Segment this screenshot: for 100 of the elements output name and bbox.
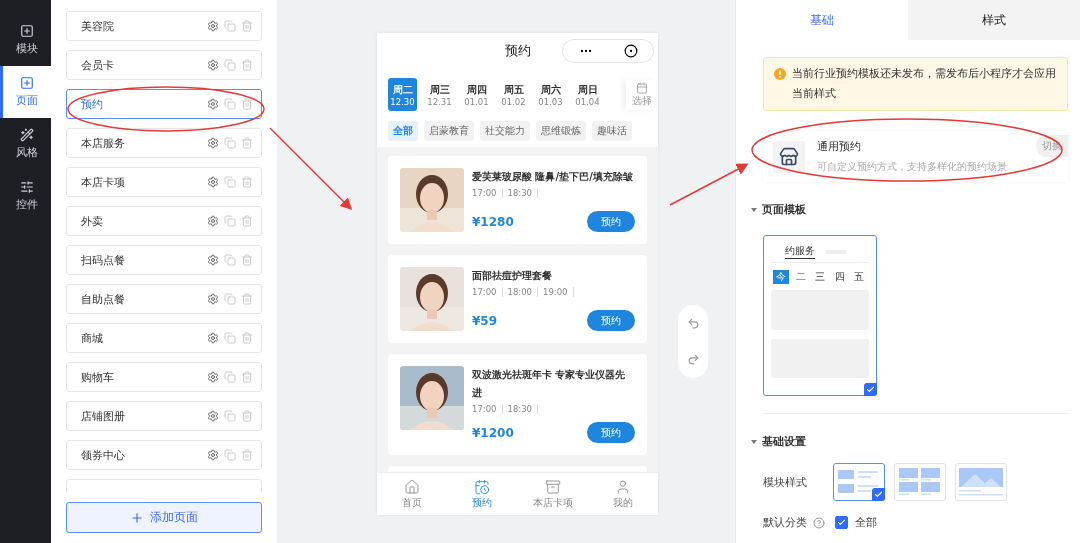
caret-icon [751,207,757,212]
delete-icon[interactable] [241,215,253,227]
book-button[interactable]: 预约 [587,310,635,331]
page-item[interactable]: 本店卡项 [66,167,262,197]
page-item[interactable]: 扫码点餐 [66,245,262,275]
settings-icon[interactable] [207,254,219,266]
weekday: 周五 [503,82,524,97]
page-name: 领券中心 [81,447,126,463]
page-item[interactable]: 会员卡 [66,50,262,80]
copy-icon[interactable] [224,176,236,188]
page-item[interactable]: 美容院 [66,11,262,41]
delete-icon[interactable] [241,332,253,344]
redo-icon[interactable] [686,353,700,367]
delete-icon[interactable] [241,59,253,71]
sidebar-tab[interactable]: 页面 [0,66,51,118]
delete-icon[interactable] [241,20,253,32]
page-item[interactable]: 领券中心 [66,440,262,470]
delete-icon[interactable] [241,410,253,422]
delete-icon[interactable] [241,449,253,461]
copy-icon[interactable] [224,371,236,383]
page-name: 外卖 [81,213,104,229]
target-icon[interactable] [623,44,638,58]
field-label: 模块样式 [763,474,808,490]
book-button[interactable]: 预约 [587,422,635,443]
book-button[interactable]: 预约 [587,211,635,232]
category-tab[interactable]: 社交能力 [480,121,530,141]
date: 01.02 [501,96,526,107]
delete-icon[interactable] [241,176,253,188]
copy-icon[interactable] [224,293,236,305]
settings-icon[interactable] [207,215,219,227]
bottom-tab[interactable]: 本店卡项 [517,473,588,515]
category-tab[interactable]: 思维锻炼 [536,121,586,141]
sidebar-tab[interactable]: 模块 [0,14,51,66]
caret-icon [751,439,757,444]
page-item[interactable]: 购物车 [66,362,262,392]
settings-icon[interactable] [207,59,219,71]
preview-day: 三 [812,270,828,284]
delete-icon[interactable] [241,137,253,149]
page-item[interactable]: 外卖 [66,206,262,236]
page-item[interactable]: 商城 [66,323,262,353]
copy-icon[interactable] [224,20,236,32]
settings-icon[interactable] [207,176,219,188]
settings-icon[interactable] [207,371,219,383]
sidebar-tab[interactable]: 风格 [0,118,51,170]
category-tab[interactable]: 启蒙教育 [424,121,474,141]
service-title: 面部祛痘护理套餐 [472,269,553,283]
settings-icon[interactable] [207,20,219,32]
date-tab[interactable]: 周三 12.31 [425,78,454,111]
date-tab[interactable]: 周二 12.30 [388,78,417,111]
copy-icon[interactable] [224,98,236,110]
checkbox-label: 全部 [855,515,877,530]
time-slot: 17:00 [472,404,503,414]
settings-icon[interactable] [207,410,219,422]
delete-icon[interactable] [241,254,253,266]
page-item[interactable]: 店铺图册 [66,401,262,431]
category-tab[interactable]: 趣味活 [592,121,632,141]
bottom-tab[interactable]: 预约 [447,473,518,515]
copy-icon[interactable] [224,449,236,461]
bottom-tab[interactable]: 首页 [377,473,448,515]
warning-text: 当前行业预约模板还未发布，需发布后小程序才会应用当前样式 [792,66,1057,102]
bottom-tab[interactable]: 我的 [587,473,658,515]
settings-icon[interactable] [207,98,219,110]
date: 01.04 [575,96,600,107]
date-tab[interactable]: 周五 01.02 [499,78,528,111]
plus-icon [130,510,144,525]
delete-icon[interactable] [241,371,253,383]
undo-icon[interactable] [686,316,700,330]
settings-icon[interactable] [207,332,219,344]
copy-icon[interactable] [224,215,236,227]
copy-icon[interactable] [224,254,236,266]
date-tab[interactable]: 周六 01.03 [536,78,565,111]
page-item[interactable]: 预约 [66,89,262,119]
module-style-option[interactable] [833,463,885,501]
settings-icon[interactable] [207,137,219,149]
box-icon [544,478,561,495]
checkbox[interactable] [835,516,848,529]
sidebar-tab[interactable]: 控件 [0,170,51,222]
section-heading: 页面模板 [762,202,806,217]
page-item[interactable]: 自助点餐 [66,284,262,314]
template-preview[interactable]: 约服务 今 二 三 四 五 [763,235,877,396]
copy-icon[interactable] [224,332,236,344]
settings-tab[interactable]: 样式 [908,0,1080,40]
weekday: 周三 [429,82,450,97]
date-tab[interactable]: 周四 01.01 [462,78,491,111]
copy-icon[interactable] [224,59,236,71]
add-page-button[interactable]: 添加页面 [66,502,262,533]
page-item[interactable]: 本店服务 [66,128,262,158]
delete-icon[interactable] [241,98,253,110]
delete-icon[interactable] [241,293,253,305]
service-title: 爱芙莱玻尿酸 隆鼻/垫下巴/填充除皱 [472,170,634,184]
date-tab[interactable]: 周日 01.04 [573,78,602,111]
settings-icon[interactable] [207,449,219,461]
page-name: 商城 [81,330,104,346]
home-icon [404,478,421,495]
plus-square-icon [20,76,34,90]
copy-icon[interactable] [224,137,236,149]
settings-icon[interactable] [207,293,219,305]
page-name: 预约 [81,96,104,112]
copy-icon[interactable] [224,410,236,422]
help-icon[interactable] [813,516,825,529]
